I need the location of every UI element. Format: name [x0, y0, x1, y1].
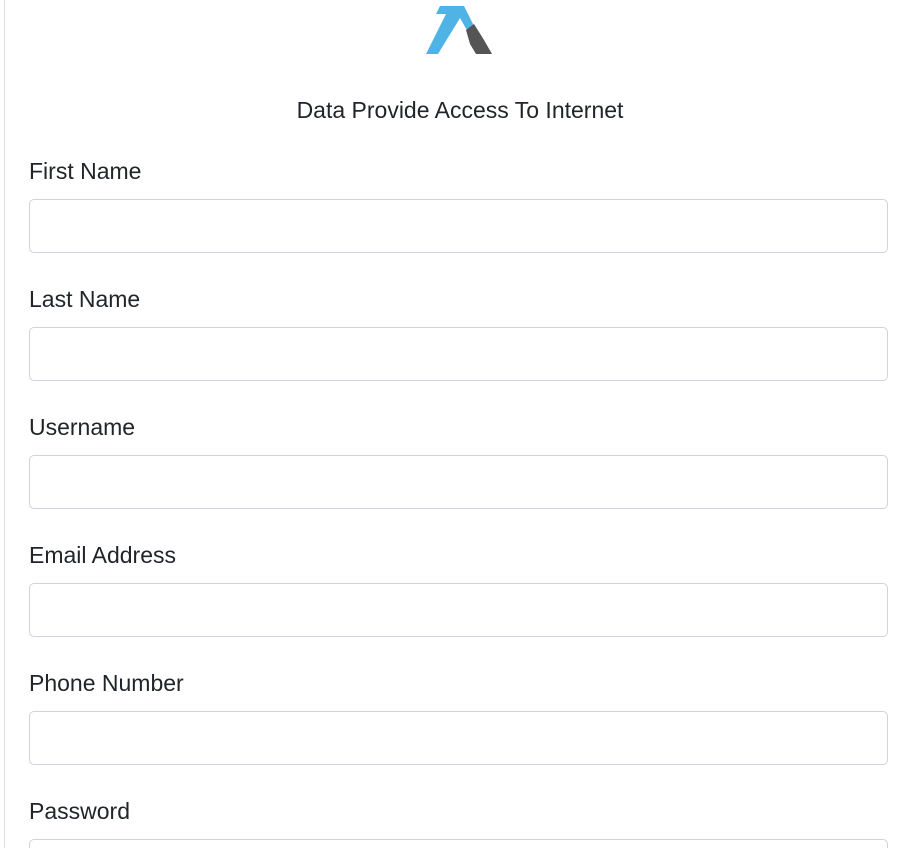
page-subtitle: Data Provide Access To Internet — [296, 97, 624, 123]
email-address-input[interactable] — [29, 583, 888, 637]
brand-arrow-logo-icon — [426, 6, 492, 54]
signup-page: Data Provide Access To Internet First Na… — [0, 0, 908, 848]
phone-number-label: Phone Number — [29, 670, 184, 696]
phone-number-input[interactable] — [29, 711, 888, 765]
last-name-input[interactable] — [29, 327, 888, 381]
first-name-input[interactable] — [29, 199, 888, 253]
email-address-label: Email Address — [29, 542, 177, 568]
first-name-label: First Name — [29, 158, 142, 184]
left-divider — [4, 0, 5, 848]
password-label: Password — [29, 798, 130, 824]
username-input[interactable] — [29, 455, 888, 509]
password-input[interactable] — [29, 839, 888, 848]
last-name-label: Last Name — [29, 286, 141, 312]
username-label: Username — [29, 414, 136, 440]
